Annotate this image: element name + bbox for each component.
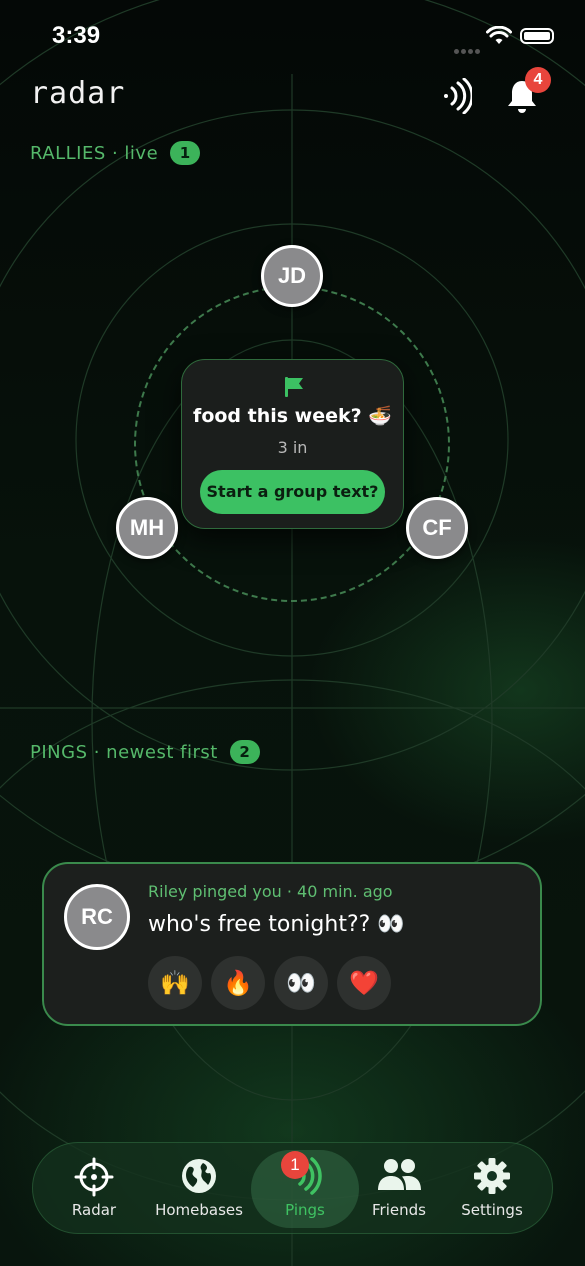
- tab-radar-label: Radar: [71, 1201, 117, 1219]
- radar-grid-lines: [0, 0, 585, 1266]
- reaction-heart-button[interactable]: ❤️: [337, 956, 391, 1010]
- status-bar: 3:39: [0, 0, 585, 74]
- reaction-fire-button[interactable]: 🔥: [211, 956, 265, 1010]
- crosshair-icon: [74, 1157, 114, 1197]
- flag-icon: [285, 377, 303, 397]
- rallies-count-badge: 1: [170, 141, 201, 165]
- participant-avatar-jd[interactable]: JD: [261, 245, 323, 307]
- pings-tab-badge: 1: [281, 1151, 309, 1179]
- tab-friends-label: Friends: [372, 1201, 426, 1219]
- cellular-icon: [454, 39, 482, 58]
- reaction-raised-hands-button[interactable]: 🙌: [148, 956, 202, 1010]
- ping-sender-avatar[interactable]: RC: [64, 884, 130, 950]
- battery-icon: [520, 28, 554, 44]
- globe-icon: [182, 1159, 216, 1193]
- participant-avatar-cf[interactable]: CF: [406, 497, 468, 559]
- rally-attendee-count: 3 in: [277, 438, 308, 457]
- tab-radar[interactable]: Radar: [41, 1143, 147, 1231]
- wifi-icon: [486, 26, 512, 44]
- reaction-bar: 🙌 🔥 👀 ❤️: [148, 956, 400, 1010]
- ping-card[interactable]: RC Riley pinged you · 40 min. ago who's …: [42, 862, 542, 1026]
- start-group-text-button[interactable]: Start a group text?: [200, 470, 385, 514]
- rally-title: food this week? 🍜: [193, 405, 392, 427]
- rallies-section-header: RALLIES · live 1: [30, 141, 201, 165]
- tab-settings[interactable]: Settings: [439, 1143, 545, 1231]
- rally-card[interactable]: food this week? 🍜 3 in Start a group tex…: [181, 359, 404, 529]
- notification-badge: 4: [525, 67, 551, 93]
- tab-friends[interactable]: Friends: [359, 1143, 439, 1231]
- tab-homebases[interactable]: Homebases: [147, 1143, 251, 1231]
- people-icon: [378, 1159, 421, 1190]
- ping-message: who's free tonight?? 👀: [148, 912, 405, 937]
- pings-count-badge: 2: [229, 740, 260, 764]
- tab-homebases-label: Homebases: [155, 1201, 243, 1219]
- pings-label: PINGS · newest first: [30, 742, 218, 763]
- app-title: radar: [30, 76, 126, 111]
- reaction-eyes-button[interactable]: 👀: [274, 956, 328, 1010]
- pings-section-header: PINGS · newest first 2: [30, 740, 260, 764]
- tab-settings-label: Settings: [461, 1201, 523, 1219]
- rallies-label: RALLIES · live: [30, 143, 159, 164]
- ping-meta: Riley pinged you · 40 min. ago: [148, 882, 393, 901]
- participant-avatar-mh[interactable]: MH: [116, 497, 178, 559]
- broadcast-icon[interactable]: [440, 78, 472, 114]
- status-time: 3:39: [52, 22, 101, 49]
- tab-pings-label: Pings: [285, 1201, 325, 1219]
- gear-icon: [474, 1158, 510, 1194]
